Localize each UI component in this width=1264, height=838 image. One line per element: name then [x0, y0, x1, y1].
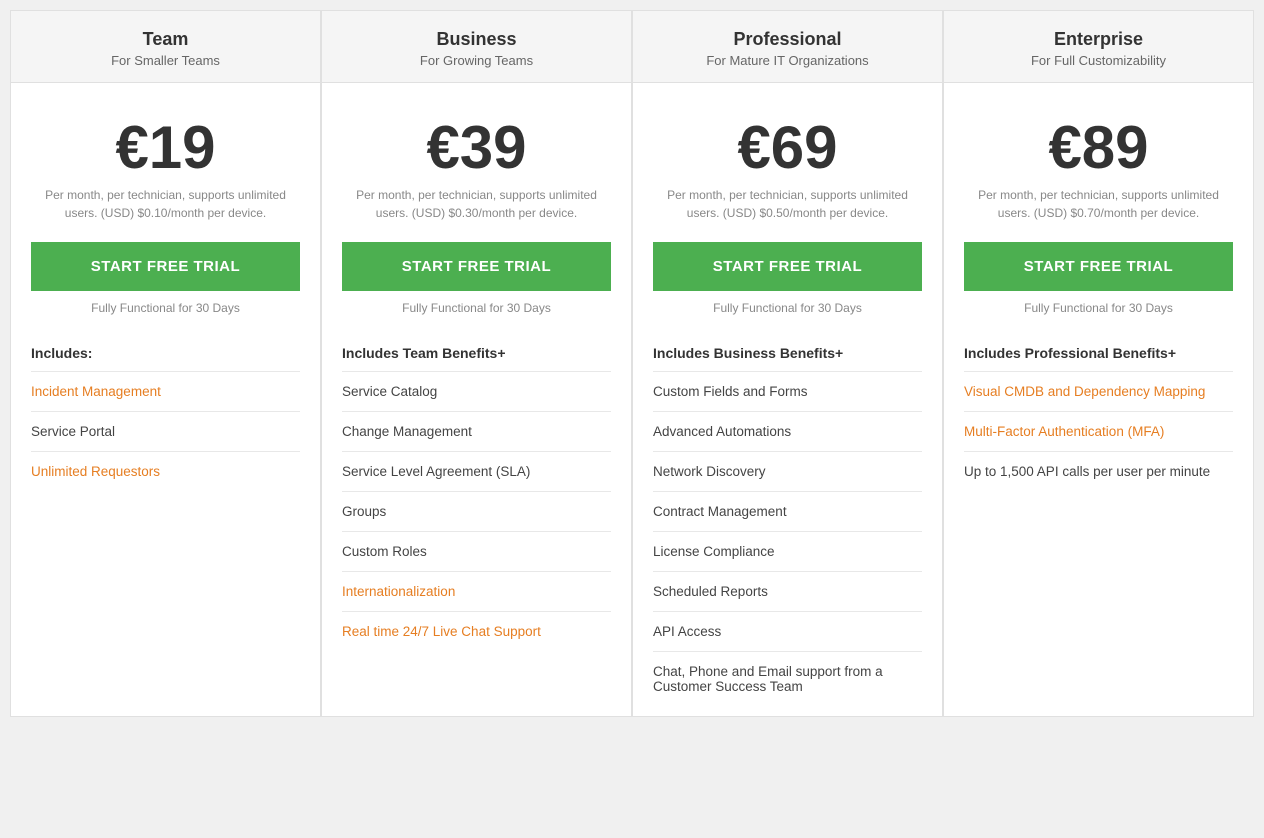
- trial-button-business[interactable]: START FREE TRIAL: [342, 242, 611, 291]
- list-item: Visual CMDB and Dependency Mapping: [964, 371, 1233, 411]
- list-item: Chat, Phone and Email support from a Cus…: [653, 651, 922, 706]
- plan-card-enterprise: Enterprise For Full Customizability €89 Per…: [943, 10, 1254, 717]
- list-item: Real time 24/7 Live Chat Support: [342, 611, 611, 651]
- plan-price-business: €39: [342, 118, 611, 178]
- plan-subtitle-business: For Growing Teams: [342, 53, 611, 68]
- trial-button-professional[interactable]: START FREE TRIAL: [653, 242, 922, 291]
- list-item: Unlimited Requestors: [31, 451, 300, 491]
- includes-label-enterprise: Includes Professional Benefits+: [964, 345, 1233, 361]
- plan-subtitle-team: For Smaller Teams: [31, 53, 300, 68]
- feature-list-enterprise: Visual CMDB and Dependency MappingMulti-…: [964, 371, 1233, 491]
- plan-price-desc-business: Per month, per technician, supports unli…: [342, 186, 611, 222]
- list-item: Scheduled Reports: [653, 571, 922, 611]
- list-item: Groups: [342, 491, 611, 531]
- list-item: Incident Management: [31, 371, 300, 411]
- list-item: Service Catalog: [342, 371, 611, 411]
- trial-note-business: Fully Functional for 30 Days: [342, 301, 611, 315]
- trial-button-enterprise[interactable]: START FREE TRIAL: [964, 242, 1233, 291]
- trial-note-professional: Fully Functional for 30 Days: [653, 301, 922, 315]
- plan-price-desc-professional: Per month, per technician, supports unli…: [653, 186, 922, 222]
- list-item: Service Level Agreement (SLA): [342, 451, 611, 491]
- plan-price-team: €19: [31, 118, 300, 178]
- plan-price-enterprise: €89: [964, 118, 1233, 178]
- plan-body-business: €39 Per month, per technician, supports u…: [322, 83, 631, 716]
- includes-label-business: Includes Team Benefits+: [342, 345, 611, 361]
- list-item: Multi-Factor Authentication (MFA): [964, 411, 1233, 451]
- plan-body-team: €19 Per month, per technician, supports u…: [11, 83, 320, 716]
- plan-subtitle-professional: For Mature IT Organizations: [653, 53, 922, 68]
- plan-body-enterprise: €89 Per month, per technician, supports u…: [944, 83, 1253, 716]
- plan-price-desc-team: Per month, per technician, supports unli…: [31, 186, 300, 222]
- plan-header-professional: Professional For Mature IT Organizations: [633, 11, 942, 83]
- list-item: Custom Roles: [342, 531, 611, 571]
- list-item: Network Discovery: [653, 451, 922, 491]
- includes-label-professional: Includes Business Benefits+: [653, 345, 922, 361]
- feature-list-professional: Custom Fields and FormsAdvanced Automati…: [653, 371, 922, 706]
- list-item: Contract Management: [653, 491, 922, 531]
- list-item: Advanced Automations: [653, 411, 922, 451]
- list-item: Service Portal: [31, 411, 300, 451]
- plan-subtitle-enterprise: For Full Customizability: [964, 53, 1233, 68]
- plan-price-professional: €69: [653, 118, 922, 178]
- trial-note-team: Fully Functional for 30 Days: [31, 301, 300, 315]
- plan-card-team: Team For Smaller Teams €19 Per month, per t…: [10, 10, 321, 717]
- plan-header-business: Business For Growing Teams: [322, 11, 631, 83]
- plan-price-desc-enterprise: Per month, per technician, supports unli…: [964, 186, 1233, 222]
- pricing-container: Team For Smaller Teams €19 Per month, per t…: [10, 10, 1254, 717]
- feature-list-team: Incident ManagementService PortalUnlimit…: [31, 371, 300, 491]
- plan-body-professional: €69 Per month, per technician, supports u…: [633, 83, 942, 716]
- list-item: License Compliance: [653, 531, 922, 571]
- includes-label-team: Includes:: [31, 345, 300, 361]
- list-item: Internationalization: [342, 571, 611, 611]
- plan-name-team: Team: [31, 29, 300, 50]
- list-item: Up to 1,500 API calls per user per minut…: [964, 451, 1233, 491]
- plan-card-professional: Professional For Mature IT Organizations €…: [632, 10, 943, 717]
- feature-list-business: Service CatalogChange ManagementService …: [342, 371, 611, 651]
- plan-header-enterprise: Enterprise For Full Customizability: [944, 11, 1253, 83]
- list-item: Change Management: [342, 411, 611, 451]
- list-item: API Access: [653, 611, 922, 651]
- list-item: Custom Fields and Forms: [653, 371, 922, 411]
- trial-button-team[interactable]: START FREE TRIAL: [31, 242, 300, 291]
- plan-card-business: Business For Growing Teams €39 Per month, p…: [321, 10, 632, 717]
- plan-header-team: Team For Smaller Teams: [11, 11, 320, 83]
- plan-name-professional: Professional: [653, 29, 922, 50]
- plan-name-business: Business: [342, 29, 611, 50]
- trial-note-enterprise: Fully Functional for 30 Days: [964, 301, 1233, 315]
- plan-name-enterprise: Enterprise: [964, 29, 1233, 50]
